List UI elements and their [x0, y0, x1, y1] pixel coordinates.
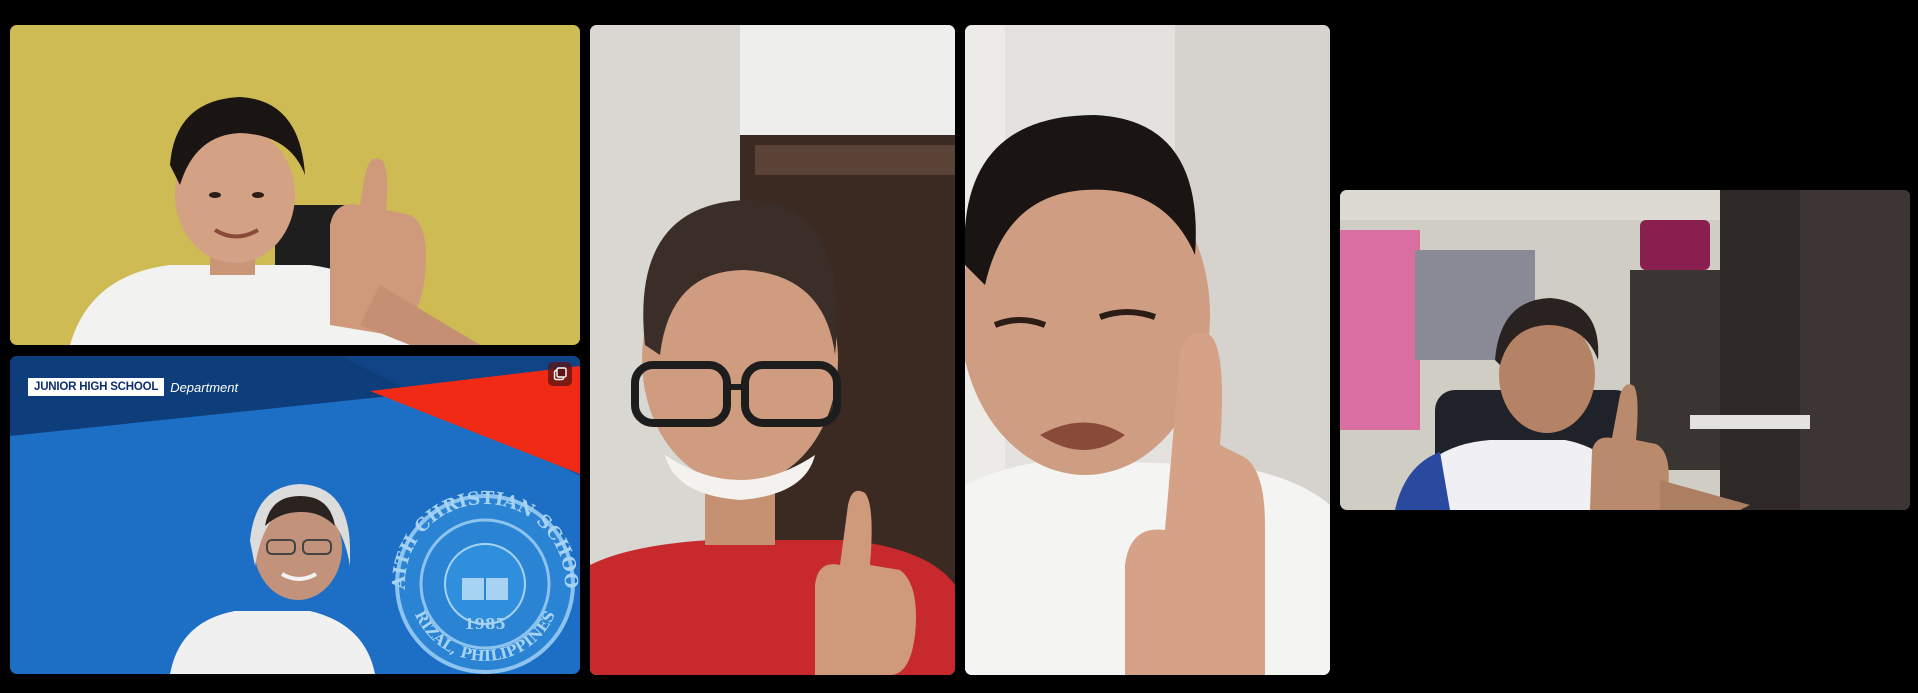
- seal-year: 1985: [464, 615, 506, 633]
- participant-video-feed: [590, 25, 955, 675]
- popout-icon: [553, 367, 567, 381]
- banner-department-label: Department: [170, 379, 239, 395]
- participant-video-feed: [965, 25, 1330, 675]
- video-tile-participant-2[interactable]: FAITH CHRISTIAN SCHOOL RIZAL, PHILIPPINE…: [10, 356, 580, 674]
- participant-video-feed: [10, 25, 580, 345]
- participant-video-feed: [1340, 190, 1910, 510]
- video-tile-participant-4[interactable]: [965, 25, 1330, 675]
- department-banner: JUNIOR HIGH SCHOOL Department: [28, 376, 238, 398]
- video-tile-participant-5[interactable]: [1340, 190, 1910, 510]
- school-seal-emblem: FAITH CHRISTIAN SCHOOL RIZAL, PHILIPPINE…: [10, 356, 580, 665]
- banner-school-label: JUNIOR HIGH SCHOOL: [28, 378, 165, 396]
- video-tile-participant-1[interactable]: [10, 25, 580, 345]
- video-tile-participant-3-active-speaker[interactable]: [590, 25, 955, 675]
- popout-button[interactable]: [548, 362, 572, 386]
